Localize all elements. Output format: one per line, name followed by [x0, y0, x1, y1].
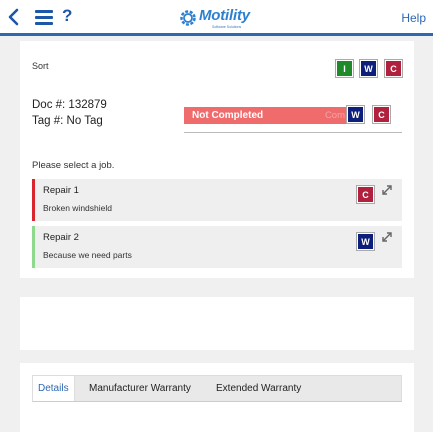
job-badge-c[interactable]: C [356, 185, 375, 204]
motility-logo: Motility Software Solutions [178, 6, 260, 32]
logo-subtext: Software Solutions [212, 25, 242, 29]
job-panel: Sort I W C Doc #: 132879 Tag #: No Tag N… [20, 41, 414, 278]
help-question-icon[interactable]: ? [62, 6, 72, 26]
status-badge: Not Completed Com [184, 107, 347, 124]
sort-filter-w-button[interactable]: W [359, 59, 378, 78]
sort-label: Sort [32, 61, 49, 71]
job-item[interactable]: Repair 2 Because we need parts W [32, 226, 402, 268]
chevron-left-icon[interactable] [6, 8, 22, 26]
status-label: Not Completed [192, 110, 264, 121]
job-badge-w[interactable]: W [356, 232, 375, 251]
doc-badge-w[interactable]: W [346, 105, 365, 124]
tab-bar: Details Manufacturer Warranty Extended W… [32, 375, 402, 402]
job-description: Because we need parts [43, 250, 132, 260]
top-navigation-bar: ? Motility Software Solutions Help [0, 0, 433, 36]
hamburger-menu-icon[interactable] [35, 10, 53, 26]
help-link[interactable]: Help [401, 11, 426, 25]
doc-badge-c[interactable]: C [372, 105, 391, 124]
sort-filter-c-button[interactable]: C [384, 59, 403, 78]
job-item[interactable]: Repair 1 Broken windshield C [32, 179, 402, 221]
expand-icon[interactable] [380, 230, 394, 244]
sort-filter-i-button[interactable]: I [335, 59, 354, 78]
divider [184, 132, 402, 133]
job-description: Broken windshield [43, 203, 112, 213]
job-title: Repair 1 [43, 185, 79, 196]
select-job-prompt: Please select a job. [32, 160, 115, 171]
job-title: Repair 2 [43, 232, 79, 243]
status-ghost-text: Com [324, 110, 345, 121]
doc-number: Doc #: 132879 [32, 99, 107, 111]
tag-number: Tag #: No Tag [32, 115, 103, 127]
expand-icon[interactable] [380, 183, 394, 197]
empty-panel [20, 297, 414, 350]
logo-text: Motility [199, 7, 250, 24]
tabs-panel: Details Manufacturer Warranty Extended W… [20, 363, 414, 432]
tab-details[interactable]: Details [33, 376, 75, 401]
tab-manufacturer-warranty[interactable]: Manufacturer Warranty [84, 376, 196, 401]
tab-extended-warranty[interactable]: Extended Warranty [211, 376, 306, 401]
gear-icon [180, 10, 196, 26]
